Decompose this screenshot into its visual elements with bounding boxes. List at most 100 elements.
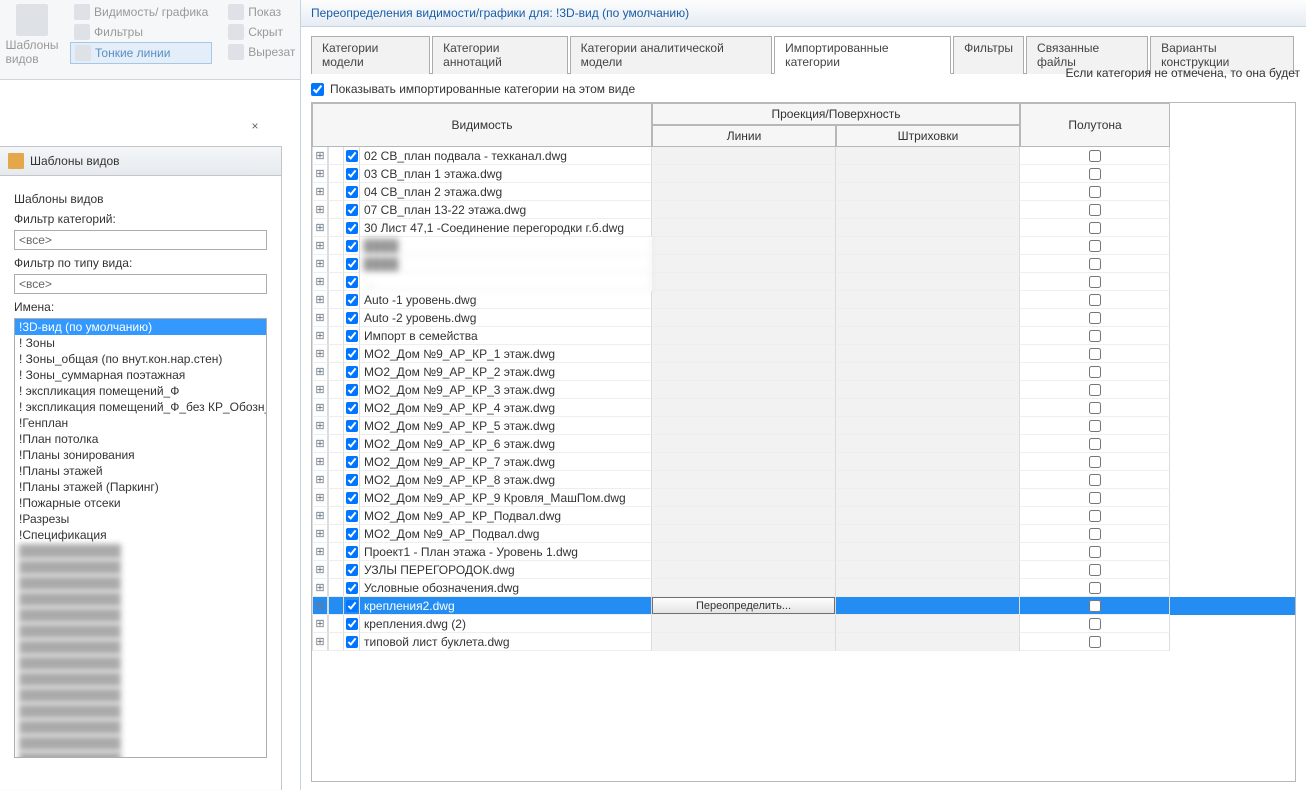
lines-cell[interactable] <box>652 417 836 435</box>
patterns-cell[interactable] <box>836 345 1020 363</box>
halftone-checkbox[interactable] <box>1089 204 1101 216</box>
halftone-checkbox[interactable] <box>1089 402 1101 414</box>
table-row[interactable]: ████ <box>312 255 1295 273</box>
table-row[interactable]: МО2_Дом №9_АР_КР_8 этаж.dwg <box>312 471 1295 489</box>
table-row[interactable]: … <box>312 273 1295 291</box>
halftone-checkbox[interactable] <box>1089 366 1101 378</box>
list-item[interactable]: !План потолка <box>15 431 266 447</box>
visibility-checkbox[interactable] <box>346 312 358 324</box>
lines-cell[interactable] <box>652 345 836 363</box>
visibility-checkbox[interactable] <box>346 150 358 162</box>
lines-cell[interactable] <box>652 579 836 597</box>
tab[interactable]: Категории модели <box>311 36 430 74</box>
view-templates-button[interactable]: Шаблоны видов <box>0 0 64 79</box>
list-item[interactable]: !Спецификация <box>15 527 266 543</box>
tab[interactable]: Категории аналитической модели <box>570 36 772 74</box>
visibility-checkbox[interactable] <box>346 582 358 594</box>
patterns-cell[interactable] <box>836 255 1020 273</box>
names-list[interactable]: !3D-вид (по умолчанию)! Зоны! Зоны_общая… <box>14 318 267 758</box>
table-row[interactable]: МО2_Дом №9_АР_КР_4 этаж.dwg <box>312 399 1295 417</box>
visibility-checkbox[interactable] <box>346 456 358 468</box>
filter-type-select[interactable] <box>14 274 267 294</box>
patterns-cell[interactable] <box>836 525 1020 543</box>
expand-icon[interactable] <box>312 525 328 543</box>
visibility-checkbox[interactable] <box>346 366 358 378</box>
table-row[interactable]: 03 СВ_план 1 этажа.dwg <box>312 165 1295 183</box>
visibility-checkbox[interactable] <box>346 294 358 306</box>
list-item[interactable]: ! Зоны_суммарная поэтажная <box>15 367 266 383</box>
expand-icon[interactable] <box>312 633 328 651</box>
visibility-checkbox[interactable] <box>346 546 358 558</box>
lines-cell[interactable] <box>652 507 836 525</box>
visibility-checkbox[interactable] <box>346 240 358 252</box>
table-row[interactable]: 30 Лист 47,1 -Соединение перегородки г.б… <box>312 219 1295 237</box>
visibility-checkbox[interactable] <box>346 402 358 414</box>
table-row[interactable]: Условные обозначения.dwg <box>312 579 1295 597</box>
lines-cell[interactable] <box>652 273 836 291</box>
patterns-cell[interactable] <box>836 633 1020 651</box>
lines-cell[interactable] <box>652 633 836 651</box>
visibility-checkbox[interactable] <box>346 222 358 234</box>
expand-icon[interactable] <box>312 471 328 489</box>
expand-icon[interactable] <box>312 435 328 453</box>
patterns-cell[interactable] <box>836 579 1020 597</box>
lines-cell[interactable] <box>652 183 836 201</box>
visibility-checkbox[interactable] <box>346 168 358 180</box>
expand-icon[interactable] <box>312 219 328 237</box>
halftone-checkbox[interactable] <box>1089 618 1101 630</box>
patterns-cell[interactable] <box>836 399 1020 417</box>
halftone-checkbox[interactable] <box>1089 276 1101 288</box>
halftone-checkbox[interactable] <box>1089 600 1101 612</box>
patterns-cell[interactable] <box>836 507 1020 525</box>
table-row[interactable]: Проект1 - План этажа - Уровень 1.dwg <box>312 543 1295 561</box>
override-button[interactable]: Переопределить... <box>652 597 835 614</box>
lines-cell[interactable] <box>652 615 836 633</box>
list-item[interactable]: !Разрезы <box>15 511 266 527</box>
visibility-checkbox[interactable] <box>346 564 358 576</box>
patterns-cell[interactable] <box>836 363 1020 381</box>
expand-icon[interactable] <box>312 489 328 507</box>
patterns-cell[interactable] <box>836 309 1020 327</box>
patterns-cell[interactable] <box>836 237 1020 255</box>
list-item[interactable]: !Генплан <box>15 415 266 431</box>
panel-close-icon[interactable]: × <box>248 120 262 134</box>
table-row[interactable]: МО2_Дом №9_АР_КР_6 этаж.dwg <box>312 435 1295 453</box>
table-row[interactable]: ████ <box>312 237 1295 255</box>
halftone-checkbox[interactable] <box>1089 420 1101 432</box>
visibility-checkbox[interactable] <box>346 384 358 396</box>
patterns-cell[interactable] <box>836 183 1020 201</box>
visibility-checkbox[interactable] <box>346 276 358 288</box>
halftone-checkbox[interactable] <box>1089 564 1101 576</box>
expand-icon[interactable] <box>312 615 328 633</box>
visibility-checkbox[interactable] <box>346 636 358 648</box>
visibility-checkbox[interactable] <box>346 618 358 630</box>
patterns-cell[interactable] <box>836 147 1020 165</box>
table-row[interactable]: Импорт в семейства <box>312 327 1295 345</box>
visibility-checkbox[interactable] <box>346 258 358 270</box>
halftone-checkbox[interactable] <box>1089 222 1101 234</box>
expand-icon[interactable] <box>312 273 328 291</box>
table-row[interactable]: крепления2.dwgПереопределить... <box>312 597 1295 615</box>
table-row[interactable]: типовой лист буклета.dwg <box>312 633 1295 651</box>
visibility-graphics-button[interactable]: Видимость/ графика <box>70 2 212 22</box>
halftone-checkbox[interactable] <box>1089 582 1101 594</box>
expand-icon[interactable] <box>312 255 328 273</box>
tab[interactable]: Категории аннотаций <box>432 36 567 74</box>
list-item[interactable]: ! Зоны_общая (по внут.кон.нар.стен) <box>15 351 266 367</box>
table-row[interactable]: 04 СВ_план 2 этажа.dwg <box>312 183 1295 201</box>
lines-cell[interactable] <box>652 543 836 561</box>
table-row[interactable]: УЗЛЫ ПЕРЕГОРОДОК.dwg <box>312 561 1295 579</box>
expand-icon[interactable] <box>312 201 328 219</box>
visibility-checkbox[interactable] <box>346 600 358 612</box>
expand-icon[interactable] <box>312 507 328 525</box>
table-row[interactable]: 02 СВ_план подвала - техканал.dwg <box>312 147 1295 165</box>
patterns-cell[interactable] <box>836 597 1020 615</box>
visibility-checkbox[interactable] <box>346 474 358 486</box>
table-row[interactable]: 07 СВ_план 13-22 этажа.dwg <box>312 201 1295 219</box>
halftone-checkbox[interactable] <box>1089 258 1101 270</box>
halftone-checkbox[interactable] <box>1089 168 1101 180</box>
halftone-checkbox[interactable] <box>1089 150 1101 162</box>
patterns-cell[interactable] <box>836 219 1020 237</box>
halftone-checkbox[interactable] <box>1089 330 1101 342</box>
visibility-checkbox[interactable] <box>346 420 358 432</box>
